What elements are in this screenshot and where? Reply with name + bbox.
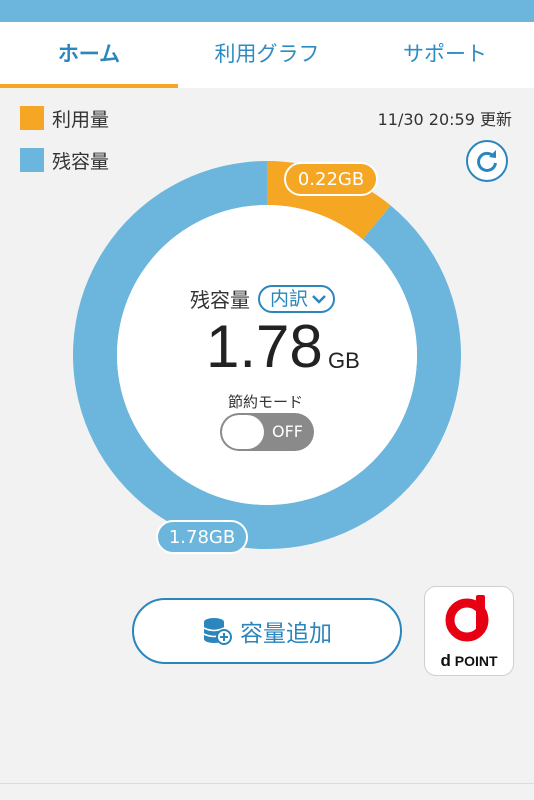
dpoint-button[interactable]: d POINT bbox=[424, 586, 514, 676]
remaining-amount-pill: 1.78GB bbox=[156, 520, 248, 554]
bottom-divider bbox=[0, 783, 534, 784]
toggle-knob bbox=[222, 415, 264, 449]
add-capacity-button[interactable]: 容量追加 bbox=[132, 598, 402, 664]
save-mode-toggle[interactable]: OFF bbox=[220, 413, 314, 451]
database-plus-icon bbox=[203, 618, 232, 645]
breakdown-label: 内訳 bbox=[270, 287, 309, 310]
remaining-header: 残容量 内訳 bbox=[190, 284, 336, 313]
remaining-title: 残容量 bbox=[190, 288, 250, 312]
save-mode-label: 節約モード bbox=[228, 393, 304, 411]
dpoint-letter: d bbox=[440, 651, 451, 670]
remaining-value: 1.78 bbox=[206, 313, 323, 380]
dpoint-text: POINT bbox=[454, 653, 498, 669]
dpoint-logo-icon bbox=[445, 595, 489, 642]
breakdown-dropdown[interactable]: 内訳 bbox=[258, 284, 336, 313]
chevron-down-icon bbox=[312, 294, 326, 304]
used-amount-pill: 0.22GB bbox=[284, 162, 378, 196]
add-capacity-label: 容量追加 bbox=[240, 621, 332, 647]
remaining-unit: GB bbox=[328, 348, 360, 373]
save-mode-state: OFF bbox=[272, 422, 303, 441]
dpoint-label: d POINT bbox=[425, 651, 513, 671]
